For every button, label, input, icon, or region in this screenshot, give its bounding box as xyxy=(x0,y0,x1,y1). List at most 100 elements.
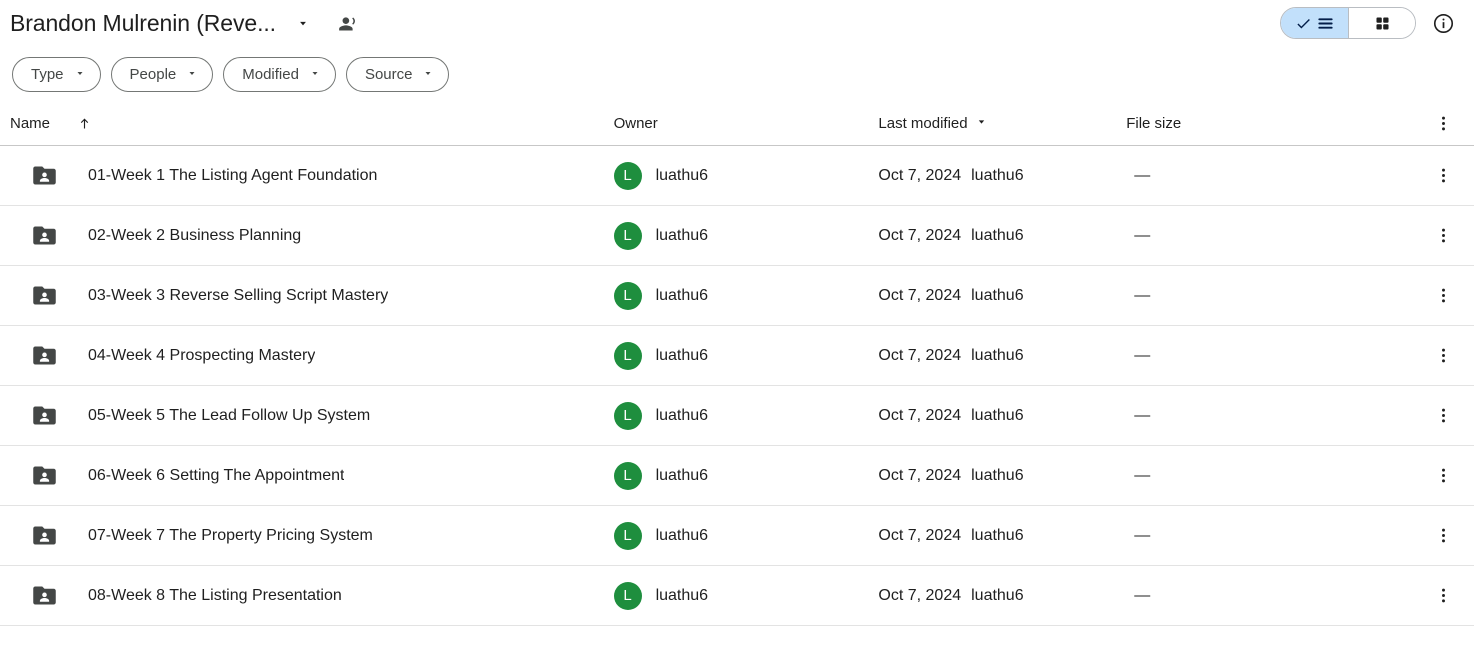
owner-name: luathu6 xyxy=(655,526,709,544)
row-name-cell: 01-Week 1 The Listing Agent Foundation xyxy=(10,162,614,190)
info-icon[interactable] xyxy=(1426,6,1460,40)
file-size: — xyxy=(1134,346,1151,364)
file-size: — xyxy=(1134,166,1151,184)
more-options-icon[interactable] xyxy=(1426,107,1460,141)
row-last-modified-cell: Oct 7, 2024 luathu6 xyxy=(878,527,1126,545)
modified-date: Oct 7, 2024 xyxy=(878,226,962,244)
row-menu-cell xyxy=(1426,159,1460,193)
file-size: — xyxy=(1134,406,1151,424)
more-options-icon[interactable] xyxy=(1426,519,1460,553)
row-last-modified-cell: Oct 7, 2024 luathu6 xyxy=(878,167,1126,185)
column-header-last-modified-label: Last modified xyxy=(878,115,968,132)
shared-folder-icon xyxy=(30,222,58,250)
row-name-cell: 03-Week 3 Reverse Selling Script Mastery xyxy=(10,282,614,310)
row-last-modified-cell: Oct 7, 2024 luathu6 xyxy=(878,227,1126,245)
avatar: L xyxy=(613,461,642,490)
folder-title-group[interactable]: Brandon Mulrenin (Reve... xyxy=(10,6,320,40)
file-name: 04-Week 4 Prospecting Mastery xyxy=(88,346,316,364)
row-file-size-cell: — xyxy=(1126,347,1426,365)
modified-by: luathu6 xyxy=(971,346,1024,364)
filter-chip-people[interactable]: People xyxy=(110,56,214,92)
row-file-size-cell: — xyxy=(1126,227,1426,245)
filter-chip-bar: Type People Modified Source xyxy=(0,46,1474,102)
owner-name: luathu6 xyxy=(655,286,709,304)
row-menu-cell xyxy=(1426,219,1460,253)
modified-date: Oct 7, 2024 xyxy=(878,286,962,304)
chevron-down-icon xyxy=(74,66,86,83)
row-file-size-cell: — xyxy=(1126,587,1426,605)
more-options-icon[interactable] xyxy=(1426,219,1460,253)
view-toggle[interactable] xyxy=(1280,7,1416,39)
more-options-icon[interactable] xyxy=(1426,279,1460,313)
row-name-cell: 05-Week 5 The Lead Follow Up System xyxy=(10,402,614,430)
list-view-button[interactable] xyxy=(1281,8,1349,38)
table-row[interactable]: 01-Week 1 The Listing Agent Foundation L… xyxy=(0,146,1474,206)
filter-chip-type[interactable]: Type xyxy=(12,56,101,92)
filter-chip-source[interactable]: Source xyxy=(345,56,450,92)
file-size: — xyxy=(1134,466,1151,484)
table-row[interactable]: 04-Week 4 Prospecting Mastery L luathu6 … xyxy=(0,326,1474,386)
grid-view-button[interactable] xyxy=(1349,8,1415,38)
owner-name: luathu6 xyxy=(655,586,709,604)
column-header-menu-cell xyxy=(1426,107,1460,141)
arrow-up-icon xyxy=(76,115,93,132)
chevron-down-icon[interactable] xyxy=(286,6,320,40)
column-header-file-size-label: File size xyxy=(1126,115,1182,132)
row-owner-cell: L luathu6 xyxy=(613,221,879,250)
table-row[interactable]: 02-Week 2 Business Planning L luathu6 Oc… xyxy=(0,206,1474,266)
row-last-modified-cell: Oct 7, 2024 luathu6 xyxy=(878,347,1126,365)
row-file-size-cell: — xyxy=(1126,407,1426,425)
filter-chip-type-label: Type xyxy=(31,65,64,83)
filter-chip-modified-label: Modified xyxy=(242,65,299,83)
file-name: 02-Week 2 Business Planning xyxy=(88,226,302,244)
people-shared-icon[interactable] xyxy=(332,6,366,40)
row-owner-cell: L luathu6 xyxy=(613,161,879,190)
shared-folder-icon xyxy=(30,582,58,610)
shared-folder-icon xyxy=(30,522,58,550)
modified-date: Oct 7, 2024 xyxy=(878,406,962,424)
modified-by: luathu6 xyxy=(971,586,1024,604)
file-name: 08-Week 8 The Listing Presentation xyxy=(88,586,342,604)
top-bar: Brandon Mulrenin (Reve... xyxy=(0,0,1474,46)
top-bar-actions xyxy=(1280,6,1460,40)
column-header-name[interactable]: Name xyxy=(10,115,93,132)
row-menu-cell xyxy=(1426,519,1460,553)
filter-chip-modified[interactable]: Modified xyxy=(223,56,336,92)
more-options-icon[interactable] xyxy=(1426,399,1460,433)
column-header-owner-label: Owner xyxy=(613,115,658,132)
row-menu-cell xyxy=(1426,399,1460,433)
chevron-down-icon xyxy=(309,66,321,83)
more-options-icon[interactable] xyxy=(1426,339,1460,373)
column-header-last-modified[interactable]: Last modified xyxy=(878,115,987,133)
shared-folder-icon xyxy=(30,342,58,370)
table-row[interactable]: 05-Week 5 The Lead Follow Up System L lu… xyxy=(0,386,1474,446)
file-name: 06-Week 6 Setting The Appointment xyxy=(88,466,345,484)
row-name-cell: 06-Week 6 Setting The Appointment xyxy=(10,462,614,490)
file-size: — xyxy=(1134,586,1151,604)
column-header-name-label: Name xyxy=(10,115,51,132)
table-row[interactable]: 06-Week 6 Setting The Appointment L luat… xyxy=(0,446,1474,506)
row-menu-cell xyxy=(1426,339,1460,373)
owner-name: luathu6 xyxy=(655,466,709,484)
modified-by: luathu6 xyxy=(971,286,1024,304)
shared-folder-icon xyxy=(30,402,58,430)
column-header-last-modified-cell: Last modified xyxy=(878,115,1126,133)
column-header-name-cell: Name xyxy=(10,115,614,132)
filter-chip-source-label: Source xyxy=(364,65,413,83)
row-menu-cell xyxy=(1426,459,1460,493)
more-options-icon[interactable] xyxy=(1426,459,1460,493)
table-row[interactable]: 03-Week 3 Reverse Selling Script Mastery… xyxy=(0,266,1474,326)
file-list-table: Name Owner Last modified File size 01-We… xyxy=(0,102,1474,626)
avatar: L xyxy=(613,401,642,430)
row-name-cell: 08-Week 8 The Listing Presentation xyxy=(10,582,614,610)
avatar: L xyxy=(613,221,642,250)
more-options-icon[interactable] xyxy=(1426,579,1460,613)
more-options-icon[interactable] xyxy=(1426,159,1460,193)
column-header-owner[interactable]: Owner xyxy=(614,115,879,132)
row-menu-cell xyxy=(1426,579,1460,613)
page-title: Brandon Mulrenin (Reve... xyxy=(10,9,276,36)
column-header-file-size[interactable]: File size xyxy=(1126,115,1426,132)
table-row[interactable]: 08-Week 8 The Listing Presentation L lua… xyxy=(0,566,1474,626)
row-file-size-cell: — xyxy=(1126,287,1426,305)
table-row[interactable]: 07-Week 7 The Property Pricing System L … xyxy=(0,506,1474,566)
